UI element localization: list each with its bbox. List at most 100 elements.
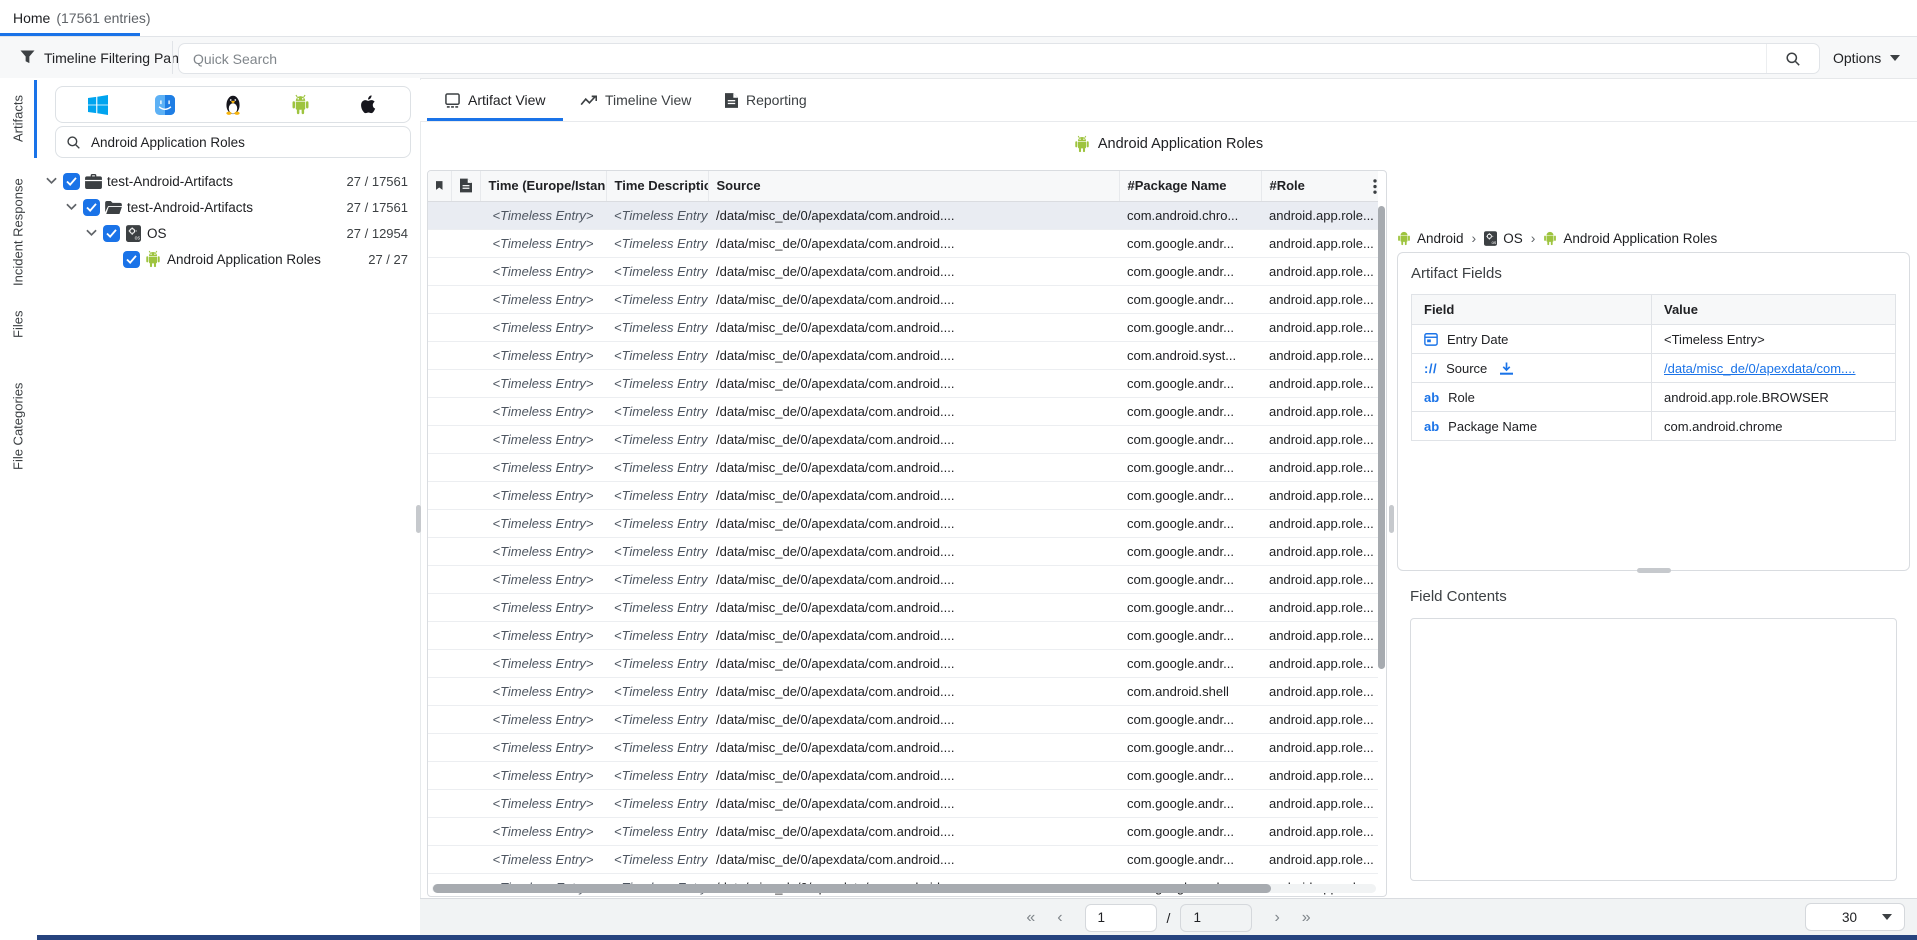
flag-cell[interactable] <box>428 397 451 425</box>
column-header-role[interactable]: #Role <box>1261 171 1378 201</box>
note-cell[interactable] <box>451 817 480 845</box>
flag-cell[interactable] <box>428 677 451 705</box>
flag-cell[interactable] <box>428 425 451 453</box>
role-cell[interactable]: android.app.role... <box>1261 509 1378 537</box>
table-horizontal-scrollbar[interactable] <box>432 884 1376 893</box>
flag-cell[interactable] <box>428 537 451 565</box>
source-cell[interactable]: /data/misc_de/0/apexdata/com.android.... <box>708 397 1119 425</box>
note-cell[interactable] <box>451 761 480 789</box>
time-description-cell[interactable]: <Timeless Entry> <box>606 313 708 341</box>
time-cell[interactable]: <Timeless Entry> <box>480 341 606 369</box>
note-column-header[interactable] <box>451 171 480 201</box>
note-cell[interactable] <box>451 649 480 677</box>
table-row[interactable]: <Timeless Entry> <Timeless Entry> /data/… <box>428 845 1378 873</box>
time-description-cell[interactable]: <Timeless Entry> <box>606 341 708 369</box>
current-page-input[interactable] <box>1086 910 1156 925</box>
source-cell[interactable]: /data/misc_de/0/apexdata/com.android.... <box>708 817 1119 845</box>
role-cell[interactable]: android.app.role... <box>1261 649 1378 677</box>
flag-cell[interactable] <box>428 481 451 509</box>
breadcrumb-item-android-application-roles[interactable]: Android Application Roles <box>1543 230 1717 246</box>
time-cell[interactable]: <Timeless Entry> <box>480 285 606 313</box>
note-cell[interactable] <box>451 229 480 257</box>
tab-reporting[interactable]: Reporting <box>723 80 809 120</box>
note-cell[interactable] <box>451 789 480 817</box>
tree-item-os[interactable]: os OS 27 / 12954 <box>37 220 420 246</box>
source-cell[interactable]: /data/misc_de/0/apexdata/com.android.... <box>708 621 1119 649</box>
time-description-cell[interactable]: <Timeless Entry> <box>606 677 708 705</box>
flag-cell[interactable] <box>428 229 451 257</box>
role-cell[interactable]: android.app.role... <box>1261 285 1378 313</box>
time-description-cell[interactable]: <Timeless Entry> <box>606 761 708 789</box>
role-cell[interactable]: android.app.role... <box>1261 789 1378 817</box>
package-name-cell[interactable]: com.android.shell <box>1119 677 1261 705</box>
time-cell[interactable]: <Timeless Entry> <box>480 313 606 341</box>
flag-cell[interactable] <box>428 509 451 537</box>
last-page-button[interactable]: » <box>1302 910 1311 926</box>
flag-cell[interactable] <box>428 733 451 761</box>
package-name-cell[interactable]: com.google.andr... <box>1119 285 1261 313</box>
column-menu-icon[interactable] <box>1373 179 1377 194</box>
role-cell[interactable]: android.app.role... <box>1261 453 1378 481</box>
time-description-cell[interactable]: <Timeless Entry> <box>606 229 708 257</box>
package-name-cell[interactable]: com.google.andr... <box>1119 509 1261 537</box>
time-description-cell[interactable]: <Timeless Entry> <box>606 789 708 817</box>
time-cell[interactable]: <Timeless Entry> <box>480 789 606 817</box>
role-cell[interactable]: android.app.role... <box>1261 201 1378 229</box>
time-description-cell[interactable]: <Timeless Entry> <box>606 733 708 761</box>
note-cell[interactable] <box>451 397 480 425</box>
table-row[interactable]: <Timeless Entry> <Timeless Entry> /data/… <box>428 397 1378 425</box>
quick-search-input[interactable] <box>179 44 1763 73</box>
package-name-cell[interactable]: com.google.andr... <box>1119 705 1261 733</box>
time-cell[interactable]: <Timeless Entry> <box>480 425 606 453</box>
table-row[interactable]: <Timeless Entry> <Timeless Entry> /data/… <box>428 789 1378 817</box>
table-row[interactable]: <Timeless Entry> <Timeless Entry> /data/… <box>428 481 1378 509</box>
table-row[interactable]: <Timeless Entry> <Timeless Entry> /data/… <box>428 593 1378 621</box>
note-cell[interactable] <box>451 509 480 537</box>
tree-item-android-application-roles[interactable]: Android Application Roles 27 / 27 <box>37 246 420 272</box>
role-cell[interactable]: android.app.role... <box>1261 621 1378 649</box>
time-description-cell[interactable]: <Timeless Entry> <box>606 621 708 649</box>
breadcrumb-item-android[interactable]: Android <box>1397 230 1464 246</box>
apple-icon[interactable] <box>356 93 380 117</box>
table-row[interactable]: <Timeless Entry> <Timeless Entry> /data/… <box>428 425 1378 453</box>
sidebar-tab-incident-response[interactable]: Incident Response <box>0 168 36 296</box>
source-cell[interactable]: /data/misc_de/0/apexdata/com.android.... <box>708 201 1119 229</box>
flag-cell[interactable] <box>428 313 451 341</box>
column-header-time[interactable]: Time (Europe/Istan... <box>480 171 606 201</box>
time-description-cell[interactable]: <Timeless Entry> <box>606 201 708 229</box>
time-cell[interactable]: <Timeless Entry> <box>480 453 606 481</box>
tab-home[interactable]: Home (17561 entries) <box>13 0 151 36</box>
flag-cell[interactable] <box>428 341 451 369</box>
column-header-time-description[interactable]: Time Description <box>606 171 708 201</box>
package-name-cell[interactable]: com.google.andr... <box>1119 761 1261 789</box>
note-cell[interactable] <box>451 845 480 873</box>
flag-cell[interactable] <box>428 201 451 229</box>
time-cell[interactable]: <Timeless Entry> <box>480 733 606 761</box>
column-header-package-name[interactable]: #Package Name <box>1119 171 1261 201</box>
role-cell[interactable]: android.app.role... <box>1261 481 1378 509</box>
table-row[interactable]: <Timeless Entry> <Timeless Entry> /data/… <box>428 565 1378 593</box>
source-cell[interactable]: /data/misc_de/0/apexdata/com.android.... <box>708 369 1119 397</box>
package-name-cell[interactable]: com.google.andr... <box>1119 649 1261 677</box>
flag-cell[interactable] <box>428 593 451 621</box>
time-cell[interactable]: <Timeless Entry> <box>480 649 606 677</box>
windows-icon[interactable] <box>86 93 110 117</box>
previous-page-button[interactable]: ‹ <box>1057 910 1062 926</box>
source-cell[interactable]: /data/misc_de/0/apexdata/com.android.... <box>708 285 1119 313</box>
role-cell[interactable]: android.app.role... <box>1261 705 1378 733</box>
package-name-cell[interactable]: com.google.andr... <box>1119 593 1261 621</box>
time-cell[interactable]: <Timeless Entry> <box>480 257 606 285</box>
package-name-cell[interactable]: com.google.andr... <box>1119 257 1261 285</box>
sidebar-tab-artifacts[interactable]: Artifacts <box>0 84 36 154</box>
search-button[interactable] <box>1766 44 1819 73</box>
download-icon[interactable] <box>1500 362 1513 375</box>
table-row[interactable]: <Timeless Entry> <Timeless Entry> /data/… <box>428 677 1378 705</box>
flag-cell[interactable] <box>428 789 451 817</box>
source-cell[interactable]: /data/misc_de/0/apexdata/com.android.... <box>708 509 1119 537</box>
chevron-down-icon[interactable] <box>83 229 99 237</box>
package-name-cell[interactable]: com.android.syst... <box>1119 341 1261 369</box>
time-description-cell[interactable]: <Timeless Entry> <box>606 565 708 593</box>
package-name-cell[interactable]: com.google.andr... <box>1119 817 1261 845</box>
checkbox-checked[interactable] <box>103 225 120 242</box>
sidebar-resize-handle[interactable] <box>416 505 421 533</box>
